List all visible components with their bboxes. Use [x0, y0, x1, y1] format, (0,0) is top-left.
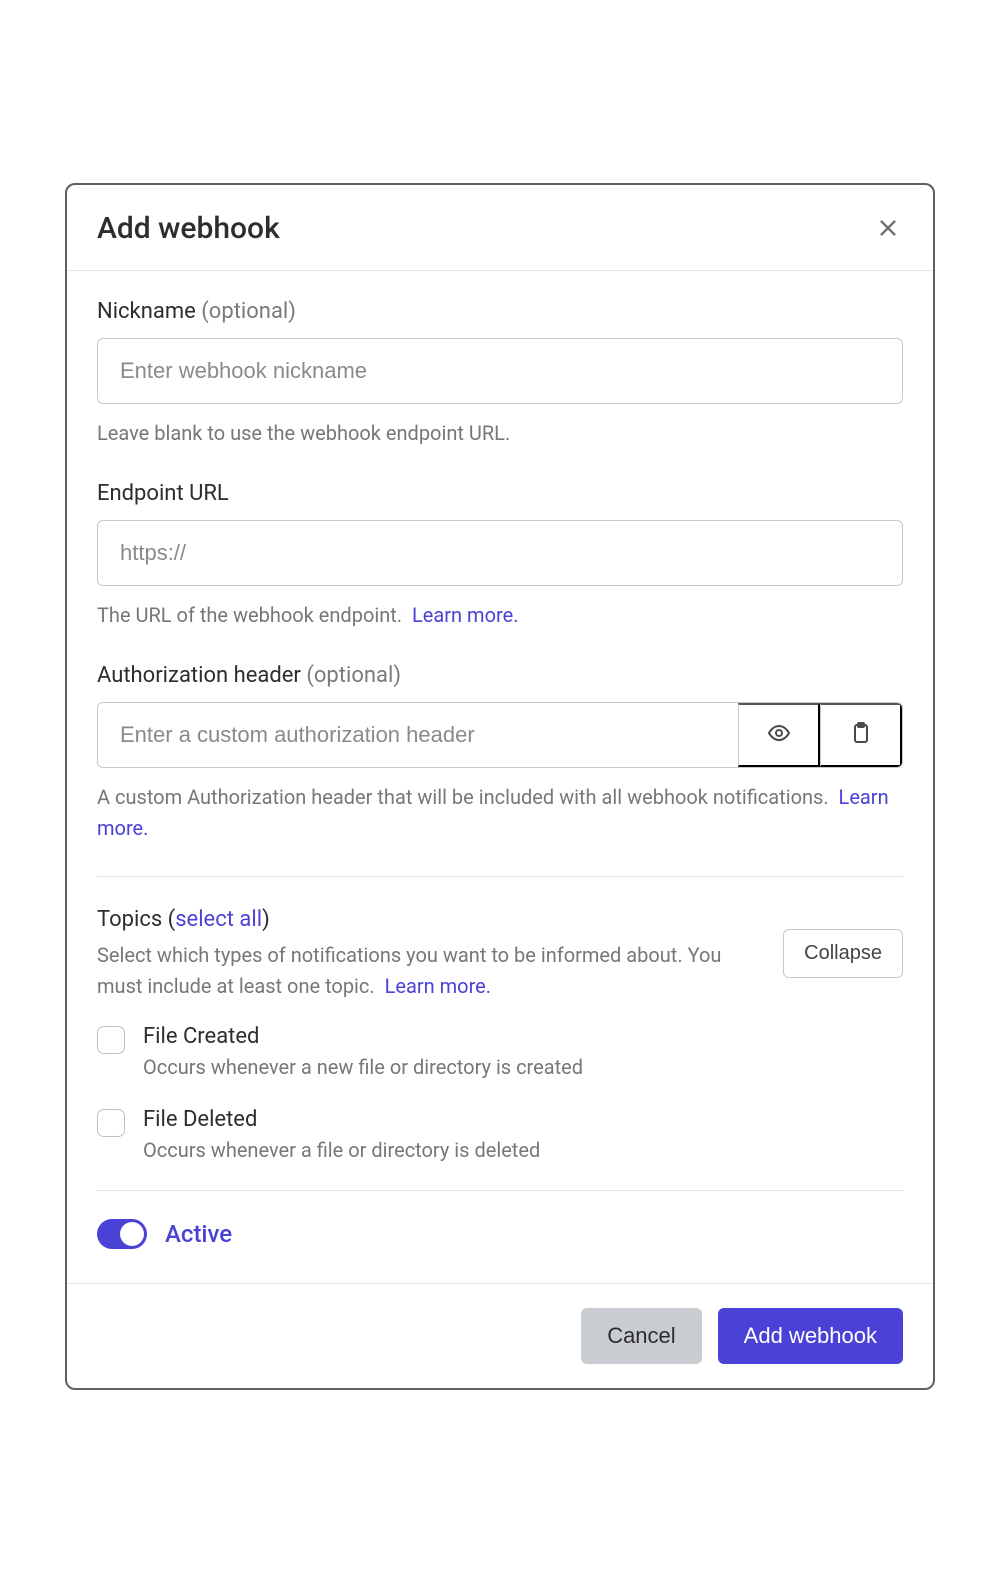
topic-name: File Deleted [143, 1107, 903, 1132]
endpoint-learn-more-link[interactable]: Learn more. [412, 603, 518, 627]
modal-footer: Cancel Add webhook [67, 1283, 933, 1388]
auth-helper-text: A custom Authorization header that will … [97, 785, 829, 809]
nickname-input[interactable] [97, 338, 903, 404]
topic-desc: Occurs whenever a new file or directory … [143, 1055, 903, 1079]
topic-item: File Created Occurs whenever a new file … [97, 1024, 903, 1079]
eye-icon [767, 721, 791, 748]
collapse-button[interactable]: Collapse [783, 929, 903, 978]
topic-text: File Deleted Occurs whenever a file or d… [143, 1107, 903, 1162]
endpoint-label: Endpoint URL [97, 481, 903, 506]
auth-input[interactable] [98, 703, 738, 767]
nickname-helper: Leave blank to use the webhook endpoint … [97, 418, 903, 449]
close-icon [877, 227, 899, 242]
close-button[interactable] [873, 213, 903, 243]
topics-header: Topics (select all) Select which types o… [97, 907, 903, 1002]
clipboard-icon [849, 721, 873, 748]
auth-optional: (optional) [306, 663, 401, 688]
copy-button[interactable] [820, 703, 902, 767]
divider [97, 876, 903, 877]
auth-input-row [97, 702, 903, 768]
cancel-button[interactable]: Cancel [581, 1308, 701, 1364]
topics-select-all-link[interactable]: select all [175, 907, 262, 932]
divider [97, 1190, 903, 1191]
add-webhook-modal: Add webhook Nickname (optional) Leave bl… [65, 183, 935, 1390]
modal-header: Add webhook [67, 185, 933, 271]
topic-checkbox-file-deleted[interactable] [97, 1109, 125, 1137]
endpoint-input[interactable] [97, 520, 903, 586]
active-row: Active [97, 1219, 903, 1249]
topics-learn-more-link[interactable]: Learn more. [385, 974, 491, 998]
topics-title: Topics (select all) [97, 907, 763, 932]
topics-helper: Select which types of notifications you … [97, 940, 763, 1002]
topic-text: File Created Occurs whenever a new file … [143, 1024, 903, 1079]
auth-label-text: Authorization header [97, 663, 301, 688]
topics-list: File Created Occurs whenever a new file … [97, 1024, 903, 1162]
topic-item: File Deleted Occurs whenever a file or d… [97, 1107, 903, 1162]
endpoint-field: Endpoint URL The URL of the webhook endp… [97, 481, 903, 631]
topic-checkbox-file-created[interactable] [97, 1026, 125, 1054]
modal-title: Add webhook [97, 211, 280, 246]
topics-label: Topics [97, 907, 162, 932]
auth-helper: A custom Authorization header that will … [97, 782, 903, 844]
auth-field: Authorization header (optional) [97, 663, 903, 844]
topic-desc: Occurs whenever a file or directory is d… [143, 1138, 903, 1162]
endpoint-helper: The URL of the webhook endpoint. Learn m… [97, 600, 903, 631]
add-webhook-button[interactable]: Add webhook [718, 1308, 903, 1364]
modal-body: Nickname (optional) Leave blank to use t… [67, 271, 933, 1283]
topics-header-left: Topics (select all) Select which types o… [97, 907, 763, 1002]
toggle-knob [120, 1222, 144, 1246]
nickname-label: Nickname (optional) [97, 299, 903, 324]
nickname-optional: (optional) [201, 299, 296, 324]
reveal-button[interactable] [738, 703, 820, 767]
topic-name: File Created [143, 1024, 903, 1049]
auth-label: Authorization header (optional) [97, 663, 903, 688]
endpoint-helper-text: The URL of the webhook endpoint. [97, 603, 402, 627]
nickname-field: Nickname (optional) Leave blank to use t… [97, 299, 903, 449]
active-label: Active [165, 1220, 232, 1248]
nickname-label-text: Nickname [97, 299, 196, 324]
active-toggle[interactable] [97, 1219, 147, 1249]
